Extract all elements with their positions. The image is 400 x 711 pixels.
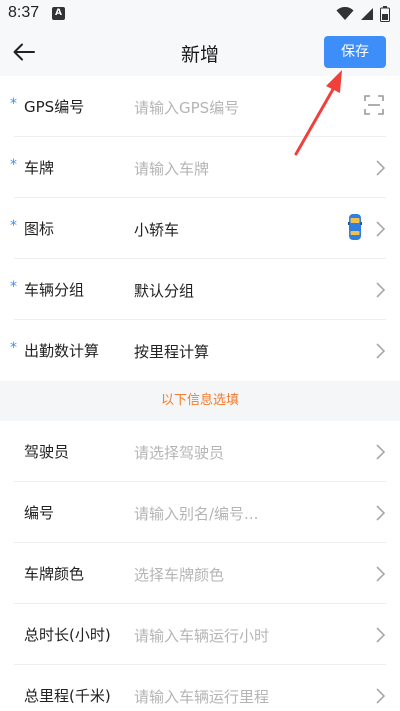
back-button[interactable]	[10, 38, 38, 66]
attendance-calc-value: 按里程计算	[134, 343, 210, 361]
field-label: 图标	[24, 220, 55, 238]
field-driver[interactable]: 驾驶员 请选择驾驶员	[0, 421, 400, 482]
field-label: 出勤数计算	[24, 342, 100, 360]
field-plate-color[interactable]: 车牌颜色 选择车牌颜色	[0, 543, 400, 604]
field-label: GPS编号	[24, 98, 85, 116]
required-marker: *	[10, 340, 17, 356]
chevron-right-icon	[376, 688, 386, 704]
chevron-right-icon	[376, 221, 386, 237]
scan-icon[interactable]	[364, 95, 384, 115]
alias-number-input[interactable]: 请输入别名/编号...	[134, 503, 258, 524]
notification-badge-icon: A	[52, 7, 65, 20]
driver-select[interactable]: 请选择驾驶员	[134, 442, 224, 463]
wifi-icon	[336, 7, 354, 20]
required-marker: *	[10, 157, 17, 173]
field-number[interactable]: 编号 请输入别名/编号...	[0, 482, 400, 543]
required-marker: *	[10, 218, 17, 234]
field-label: 驾驶员	[24, 443, 70, 461]
chevron-right-icon	[376, 343, 386, 359]
field-plate[interactable]: * 车牌 请输入车牌	[0, 137, 400, 198]
plate-input[interactable]: 请输入车牌	[134, 158, 209, 179]
field-total-mileage[interactable]: 总里程(千米) 请输入车辆运行里程	[0, 665, 400, 711]
field-vehicle-group[interactable]: * 车辆分组 默认分组	[0, 259, 400, 320]
total-hours-input[interactable]: 请输入车辆运行小时	[134, 625, 269, 646]
status-bar: 8:37 A	[0, 0, 400, 28]
required-marker: *	[10, 279, 17, 295]
save-button[interactable]: 保存	[324, 36, 386, 68]
field-label: 总时长(小时)	[24, 626, 111, 644]
chevron-right-icon	[376, 505, 386, 521]
optional-section-header: 以下信息选填	[0, 381, 400, 421]
field-label: 车辆分组	[24, 281, 85, 299]
field-label: 编号	[24, 504, 55, 522]
chevron-right-icon	[376, 627, 386, 643]
chevron-right-icon	[376, 444, 386, 460]
field-gps-number[interactable]: * GPS编号 请输入GPS编号	[0, 76, 400, 137]
chevron-right-icon	[376, 566, 386, 582]
vehicle-group-value: 默认分组	[134, 282, 195, 300]
field-icon[interactable]: * 图标 小轿车	[0, 198, 400, 259]
required-marker: *	[10, 96, 17, 112]
battery-icon	[380, 6, 390, 22]
field-total-hours[interactable]: 总时长(小时) 请输入车辆运行小时	[0, 604, 400, 665]
gps-number-input[interactable]: 请输入GPS编号	[134, 97, 239, 118]
back-arrow-icon	[13, 43, 35, 61]
icon-value: 小轿车	[134, 221, 180, 239]
app-bar: 新增 保存	[0, 28, 400, 76]
status-time: 8:37	[8, 4, 40, 21]
chevron-right-icon	[376, 160, 386, 176]
chevron-right-icon	[376, 282, 386, 298]
signal-icon	[361, 8, 373, 20]
plate-color-select[interactable]: 选择车牌颜色	[134, 564, 224, 585]
car-icon	[348, 214, 362, 240]
field-label: 车牌	[24, 159, 55, 177]
total-mileage-input[interactable]: 请输入车辆运行里程	[134, 686, 269, 707]
field-attendance-calc[interactable]: * 出勤数计算 按里程计算	[0, 320, 400, 381]
system-icons	[336, 6, 390, 22]
field-label: 总里程(千米)	[24, 687, 111, 705]
field-label: 车牌颜色	[24, 565, 85, 583]
